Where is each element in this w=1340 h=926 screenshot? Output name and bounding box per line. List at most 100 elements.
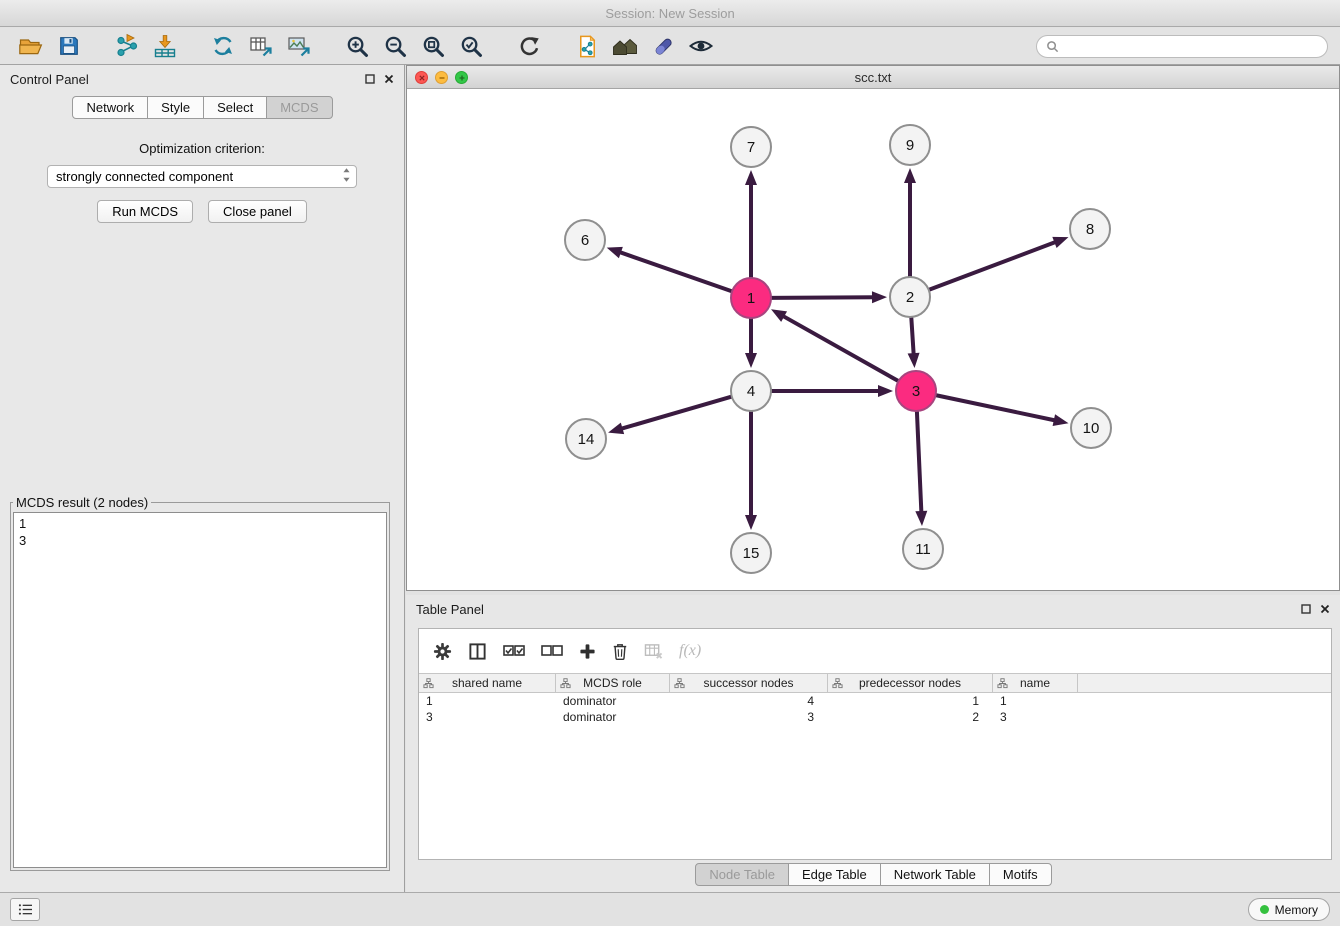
column-header-successor-nodes[interactable]: successor nodes bbox=[670, 674, 828, 692]
search-input[interactable] bbox=[1064, 39, 1318, 54]
delete-table-button[interactable] bbox=[644, 638, 663, 664]
export-image-button[interactable] bbox=[280, 30, 318, 62]
edge-arrow-icon bbox=[904, 168, 916, 183]
add-row-icon bbox=[579, 643, 596, 660]
edge-arrow-icon bbox=[771, 309, 787, 322]
graph-edge-2-8[interactable] bbox=[929, 241, 1058, 290]
network-view-window: scc.txt 7968124314101511 bbox=[406, 65, 1340, 591]
export-image-icon bbox=[286, 33, 312, 59]
search-box[interactable] bbox=[1036, 35, 1328, 58]
function-builder-button[interactable]: f(x) bbox=[679, 638, 701, 664]
node-label: 9 bbox=[906, 137, 914, 154]
first-neighbors-button[interactable] bbox=[606, 30, 644, 62]
graph-edge-1-6[interactable] bbox=[618, 252, 732, 292]
save-session-button[interactable] bbox=[50, 30, 88, 62]
criterion-dropdown[interactable]: strongly connected component bbox=[47, 165, 357, 188]
memory-button[interactable]: Memory bbox=[1248, 898, 1330, 921]
network-canvas[interactable]: 7968124314101511 bbox=[407, 89, 1339, 589]
show-column-button[interactable] bbox=[468, 638, 487, 664]
create-network-view-button[interactable] bbox=[568, 30, 606, 62]
table-toolbar: f(x) bbox=[419, 629, 1331, 673]
tab-node-table[interactable]: Node Table bbox=[695, 863, 789, 886]
create-network-view-icon bbox=[575, 34, 600, 59]
select-all-button[interactable] bbox=[503, 638, 525, 664]
column-header-name[interactable]: name bbox=[993, 674, 1078, 692]
minimize-window-button[interactable] bbox=[435, 71, 448, 84]
graph-edge-4-14[interactable] bbox=[620, 397, 732, 430]
table-settings-button[interactable] bbox=[433, 638, 452, 664]
table-cell[interactable]: 4 bbox=[670, 693, 828, 709]
zoom-out-button[interactable] bbox=[376, 30, 414, 62]
node-label: 8 bbox=[1086, 221, 1094, 238]
float-table-panel-icon[interactable] bbox=[1301, 604, 1311, 614]
zoom-window-button[interactable] bbox=[455, 71, 468, 84]
refresh-view-button[interactable] bbox=[510, 30, 548, 62]
export-table-button[interactable] bbox=[242, 30, 280, 62]
table-cell[interactable]: 2 bbox=[828, 709, 993, 725]
tab-select[interactable]: Select bbox=[203, 96, 267, 119]
table-cell[interactable]: 1 bbox=[828, 693, 993, 709]
table-cell[interactable]: dominator bbox=[556, 693, 670, 709]
tab-network-table[interactable]: Network Table bbox=[880, 863, 990, 886]
add-row-button[interactable] bbox=[579, 638, 596, 664]
table-cell[interactable]: 3 bbox=[993, 709, 1078, 725]
graph-edge-3-11[interactable] bbox=[917, 411, 922, 514]
mcds-result-group: MCDS result (2 nodes) 1 3 bbox=[10, 495, 390, 871]
tab-motifs[interactable]: Motifs bbox=[989, 863, 1052, 886]
table-cell[interactable]: 1 bbox=[993, 693, 1078, 709]
show-hide-button[interactable] bbox=[682, 30, 720, 62]
import-table-icon bbox=[152, 33, 178, 59]
task-history-button[interactable] bbox=[10, 898, 40, 921]
column-header-predecessor-nodes[interactable]: predecessor nodes bbox=[828, 674, 993, 692]
tab-mcds[interactable]: MCDS bbox=[266, 96, 332, 119]
mcds-result-list[interactable]: 1 3 bbox=[13, 512, 387, 868]
delete-row-button[interactable] bbox=[612, 638, 628, 664]
table-row[interactable]: 3dominator323 bbox=[419, 709, 1331, 725]
table-cell[interactable]: dominator bbox=[556, 709, 670, 725]
close-panel-icon[interactable] bbox=[384, 74, 394, 84]
graph-edge-2-3[interactable] bbox=[911, 317, 913, 356]
control-panel-title: Control Panel bbox=[10, 72, 89, 87]
column-header-shared-name[interactable]: shared name bbox=[419, 674, 556, 692]
tab-edge-table[interactable]: Edge Table bbox=[788, 863, 881, 886]
table-cell[interactable]: 1 bbox=[419, 693, 556, 709]
table-cell[interactable]: 3 bbox=[419, 709, 556, 725]
column-header-mcds-role[interactable]: MCDS role bbox=[556, 674, 670, 692]
deselect-all-button[interactable] bbox=[541, 638, 563, 664]
zoom-fit-button[interactable] bbox=[414, 30, 452, 62]
close-table-panel-icon[interactable] bbox=[1320, 604, 1330, 614]
node-label: 11 bbox=[915, 541, 931, 558]
apply-style-icon bbox=[651, 34, 676, 59]
graph-edge-1-2[interactable] bbox=[771, 297, 875, 298]
title-bar: Session: New Session bbox=[0, 0, 1340, 27]
table-row[interactable]: 1dominator411 bbox=[419, 693, 1331, 709]
graph-edge-3-10[interactable] bbox=[936, 395, 1057, 421]
tab-network[interactable]: Network bbox=[72, 96, 148, 119]
tab-style[interactable]: Style bbox=[147, 96, 204, 119]
new-network-button[interactable] bbox=[204, 30, 242, 62]
network-window-titlebar[interactable]: scc.txt bbox=[407, 66, 1339, 89]
import-table-button[interactable] bbox=[146, 30, 184, 62]
table-cell[interactable]: 3 bbox=[670, 709, 828, 725]
graph-edge-3-1[interactable] bbox=[781, 315, 898, 381]
apply-style-button[interactable] bbox=[644, 30, 682, 62]
task-list-icon bbox=[18, 903, 33, 916]
zoom-selected-button[interactable] bbox=[452, 30, 490, 62]
open-file-button[interactable] bbox=[12, 30, 50, 62]
import-network-button[interactable] bbox=[108, 30, 146, 62]
table-panel-title: Table Panel bbox=[416, 602, 484, 617]
edge-arrow-icon bbox=[915, 511, 927, 526]
float-panel-icon[interactable] bbox=[365, 74, 375, 84]
edge-arrow-icon bbox=[878, 385, 893, 397]
import-network-icon bbox=[114, 33, 140, 59]
dropdown-arrows-icon bbox=[341, 166, 352, 187]
table-container: f(x) shared nameMCDS rolesuccessor nodes… bbox=[418, 628, 1332, 860]
memory-label: Memory bbox=[1275, 903, 1318, 917]
run-mcds-button[interactable]: Run MCDS bbox=[97, 200, 193, 223]
close-panel-button[interactable]: Close panel bbox=[208, 200, 307, 223]
zoom-in-button[interactable] bbox=[338, 30, 376, 62]
function-builder-icon: f(x) bbox=[679, 642, 701, 660]
table-body: 1dominator4113dominator323 bbox=[419, 693, 1331, 725]
close-window-button[interactable] bbox=[415, 71, 428, 84]
table-header-row: shared nameMCDS rolesuccessor nodesprede… bbox=[419, 673, 1331, 693]
